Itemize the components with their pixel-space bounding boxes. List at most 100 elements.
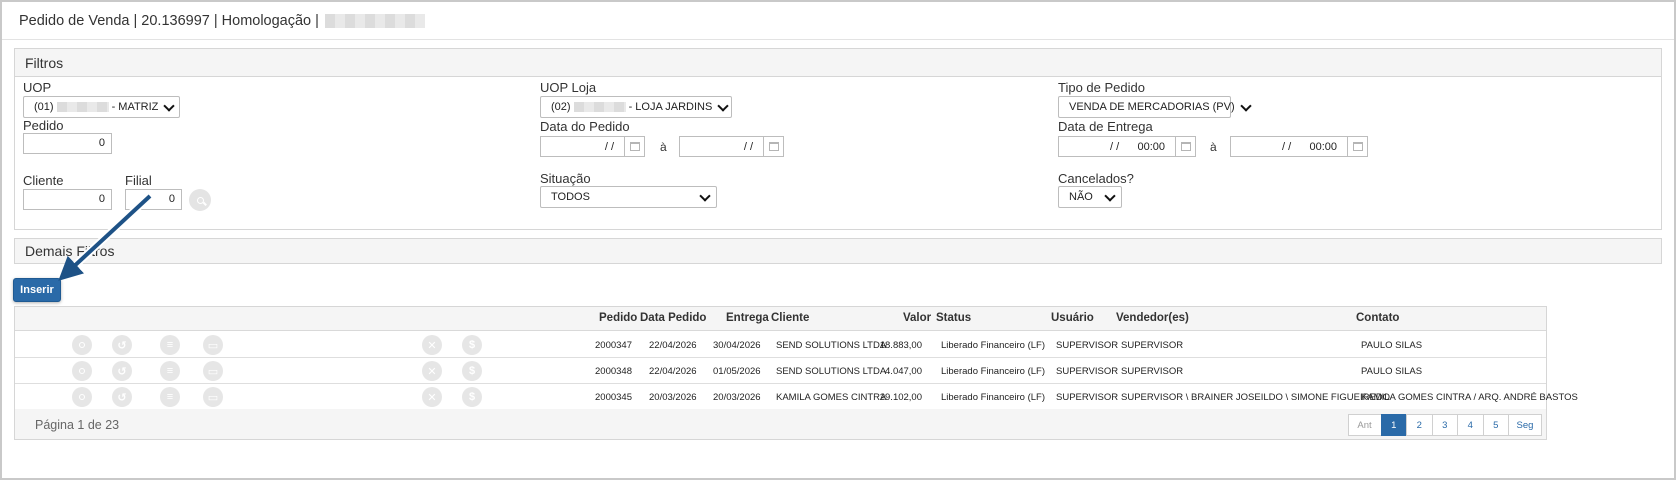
cell-contato: PAULO SILAS (1361, 340, 1423, 351)
data-entrega-from-value: / / 00:00 (1109, 140, 1165, 153)
pager-page[interactable]: 1 (1380, 414, 1407, 436)
inserir-button[interactable]: Inserir (13, 278, 61, 302)
calendar-icon[interactable] (763, 137, 783, 156)
cancel-icon[interactable]: ✕ (422, 361, 442, 381)
data-entrega-from[interactable]: / / 00:00 (1058, 136, 1196, 157)
table-row[interactable]: ↺ ≡ ▭ ✕ $2000345 20/03/2026 20/03/2026 KAMILA G… (15, 384, 1578, 410)
data-pedido-to[interactable]: / / (679, 136, 784, 157)
demais-filtros-panel[interactable]: Demais Filtros (14, 238, 1662, 264)
col-valor[interactable]: Valor (903, 312, 931, 324)
col-cliente[interactable]: Cliente (771, 312, 809, 324)
cell-cliente: SEND SOLUTIONS LTDA (776, 340, 887, 351)
uop-loja-select[interactable]: (02) - LOJA JARDINS (540, 96, 732, 118)
col-pedido[interactable]: Pedido (599, 312, 637, 324)
uop-select[interactable]: (01) - MATRIZ (23, 96, 180, 118)
cell-status: Liberado Financeiro (LF) (941, 392, 1046, 403)
search-icon[interactable] (189, 189, 211, 211)
tipo-pedido-select[interactable]: VENDA DE MERCADORIAS (PV) (1058, 96, 1235, 118)
table-row[interactable]: ↺ ≡ ▭ ✕ $2000348 22/04/2026 01/05/2026 SEND SOL… (15, 358, 1546, 384)
calendar-icon[interactable] (1347, 137, 1367, 156)
print-icon[interactable]: ▭ (203, 387, 223, 407)
dollar-icon[interactable]: $ (462, 361, 482, 381)
cell-usuario: SUPERVISOR (1056, 392, 1119, 403)
col-entrega[interactable]: Entrega (726, 312, 769, 324)
col-usuario[interactable]: Usuário (1051, 312, 1094, 324)
filters-header: Filtros (15, 49, 1661, 77)
situacao-select[interactable]: TODOS (540, 186, 717, 208)
pagination: Ant 1 2 3 4 5 Seg (1347, 414, 1542, 436)
dollar-icon[interactable]: $ (462, 387, 482, 407)
data-entrega-to-value: / / 00:00 (1281, 140, 1337, 153)
pager-page[interactable]: 4 (1457, 414, 1484, 436)
col-status[interactable]: Status (936, 312, 971, 324)
pager-prev: Ant (1347, 414, 1382, 436)
calendar-icon[interactable] (1175, 137, 1195, 156)
chevron-down-icon (718, 102, 725, 112)
grid-footer: Página 1 de 23 Ant 1 2 3 4 5 Seg (15, 409, 1546, 439)
col-data-pedido[interactable]: Data Pedido (640, 312, 706, 324)
demais-filtros-header[interactable]: Demais Filtros (15, 239, 1661, 263)
print-icon[interactable]: ▭ (203, 335, 223, 355)
table-row[interactable]: ↺ ≡ ▭ ✕ $2000347 22/04/2026 30/04/2026 SEND SOL… (15, 332, 1546, 358)
cell-data-pedido: 20/03/2026 (649, 392, 697, 403)
grid-header: Pedido Data Pedido Entrega Cliente Valor… (15, 307, 1546, 331)
tipo-pedido-label: Tipo de Pedido (1058, 80, 1145, 95)
cell-usuario: SUPERVISOR (1056, 366, 1119, 377)
date-range-separator: à (1210, 140, 1217, 154)
col-contato[interactable]: Contato (1356, 312, 1399, 324)
filters-panel: Filtros (14, 48, 1662, 230)
uop-loja-prefix: (02) (551, 101, 571, 113)
cancelados-select[interactable]: NÃO (1058, 186, 1122, 208)
list-icon[interactable]: ≡ (160, 335, 180, 355)
cell-contato: PAULO SILAS (1361, 366, 1423, 377)
calendar-icon[interactable] (624, 137, 644, 156)
list-icon[interactable]: ≡ (160, 387, 180, 407)
redacted-company (324, 13, 425, 28)
uop-loja-label: UOP Loja (540, 80, 597, 95)
pager-page[interactable]: 2 (1406, 414, 1433, 436)
pager-next[interactable]: Seg (1508, 414, 1542, 436)
col-vendedores[interactable]: Vendedor(es) (1116, 312, 1189, 324)
data-pedido-to-value: / / (743, 140, 753, 153)
pager-page[interactable]: 3 (1431, 414, 1458, 436)
history-icon[interactable]: ↺ (112, 335, 132, 355)
cell-cliente: SEND SOLUTIONS LTDA (776, 366, 887, 377)
data-entrega-to[interactable]: / / 00:00 (1230, 136, 1368, 157)
cell-valor: 18.883,00 (879, 340, 922, 351)
date-range-separator: à (660, 140, 667, 154)
print-icon[interactable]: ▭ (203, 361, 223, 381)
chevron-down-icon (1105, 192, 1115, 202)
data-pedido-from-value: / / (604, 140, 614, 153)
page-title-bar: Pedido de Venda | 20.136997 | Homologaçã… (2, 2, 1674, 40)
data-pedido-from[interactable]: / / (540, 136, 645, 157)
redacted-text (573, 102, 626, 113)
search-icon[interactable] (72, 335, 92, 355)
page-title: Pedido de Venda | 20.136997 | Homologaçã… (19, 12, 319, 29)
redacted-text (56, 102, 109, 113)
cancel-icon[interactable]: ✕ (422, 387, 442, 407)
cancel-icon[interactable]: ✕ (422, 335, 442, 355)
filial-input[interactable]: 0 (125, 189, 182, 210)
search-icon[interactable] (72, 361, 92, 381)
list-icon[interactable]: ≡ (160, 361, 180, 381)
cell-entrega: 30/04/2026 (713, 340, 761, 351)
history-icon[interactable]: ↺ (112, 361, 132, 381)
situacao-value: TODOS (551, 191, 590, 203)
cell-vendedores: SUPERVISOR (1121, 366, 1184, 377)
pedido-input[interactable]: 0 (23, 133, 112, 154)
pager-page[interactable]: 5 (1482, 414, 1509, 436)
cell-contato: KAMILA GOMES CINTRA / ARQ. ANDRÉ BASTOS (1361, 392, 1578, 403)
cell-vendedores: SUPERVISOR \ BRAINER JOSEILDO \ SIMONE F… (1121, 392, 1391, 403)
cell-pedido: 2000345 (595, 392, 632, 403)
chevron-down-icon (700, 192, 710, 202)
history-icon[interactable]: ↺ (112, 387, 132, 407)
uop-label: UOP (23, 80, 52, 95)
tipo-pedido-value: VENDA DE MERCADORIAS (PV) (1069, 101, 1235, 113)
uop-prefix: (01) (34, 101, 54, 113)
cliente-input[interactable]: 0 (23, 189, 112, 210)
cell-cliente: KAMILA GOMES CINTRA (776, 392, 887, 403)
dollar-icon[interactable]: $ (462, 335, 482, 355)
cliente-label: Cliente (23, 173, 64, 188)
search-icon[interactable] (72, 387, 92, 407)
cell-status: Liberado Financeiro (LF) (941, 366, 1046, 377)
